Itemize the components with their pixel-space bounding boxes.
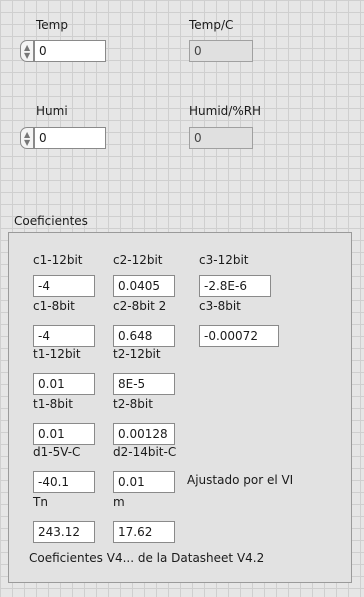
c3-12bit-field[interactable]: -2.8E-6	[199, 275, 271, 297]
m-field[interactable]: 17.62	[113, 521, 175, 543]
c2-8bit-label: c2-8bit 2	[113, 299, 167, 313]
c1-8bit-field[interactable]: -4	[33, 325, 95, 347]
c2-12bit-label: c2-12bit	[113, 253, 163, 267]
t1-12bit-field[interactable]: 0.01	[33, 373, 95, 395]
t2-12bit-field[interactable]: 8E-5	[113, 373, 175, 395]
temp-label: Temp	[36, 18, 68, 32]
humid-rh-indicator: 0	[189, 127, 253, 149]
temp-c-indicator: 0	[189, 40, 253, 62]
tn-field[interactable]: 243.12	[33, 521, 95, 543]
c1-12bit-label: c1-12bit	[33, 253, 83, 267]
c1-8bit-label: c1-8bit	[33, 299, 75, 313]
t2-8bit-field[interactable]: 0.00128	[113, 423, 175, 445]
temp-input[interactable]: 0	[34, 40, 106, 62]
ajustado-note: Ajustado por el VI	[187, 473, 294, 487]
temp-c-label: Temp/C	[189, 18, 234, 32]
coeficientes-cluster: c1-12bit c2-12bit c3-12bit -4 0.0405 -2.…	[8, 232, 352, 583]
coeficientes-title: Coeficientes	[14, 214, 88, 228]
c2-8bit-field[interactable]: 0.648	[113, 325, 175, 347]
c3-12bit-label: c3-12bit	[199, 253, 249, 267]
humi-increment-decrement-icon[interactable]: ▲ ▼	[20, 127, 34, 149]
t2-12bit-label: t2-12bit	[113, 347, 161, 361]
humi-input[interactable]: 0	[34, 127, 106, 149]
tn-label: Tn	[33, 495, 48, 509]
t1-12bit-label: t1-12bit	[33, 347, 81, 361]
c1-12bit-field[interactable]: -4	[33, 275, 95, 297]
c3-8bit-field[interactable]: -0.00072	[199, 325, 279, 347]
c2-12bit-field[interactable]: 0.0405	[113, 275, 175, 297]
humid-rh-label: Humid/%RH	[189, 104, 262, 118]
humi-label: Humi	[36, 104, 68, 118]
temp-increment-decrement-icon[interactable]: ▲ ▼	[20, 40, 34, 62]
datasheet-note: Coeficientes V4... de la Datasheet V4.2	[29, 551, 265, 565]
d2-label: d2-14bit-C	[113, 445, 177, 459]
m-label: m	[113, 495, 125, 509]
d1-field[interactable]: -40.1	[33, 471, 95, 493]
t2-8bit-label: t2-8bit	[113, 397, 153, 411]
d1-label: d1-5V-C	[33, 445, 81, 459]
d2-field[interactable]: 0.01	[113, 471, 175, 493]
c3-8bit-label: c3-8bit	[199, 299, 241, 313]
t1-8bit-label: t1-8bit	[33, 397, 73, 411]
t1-8bit-field[interactable]: 0.01	[33, 423, 95, 445]
